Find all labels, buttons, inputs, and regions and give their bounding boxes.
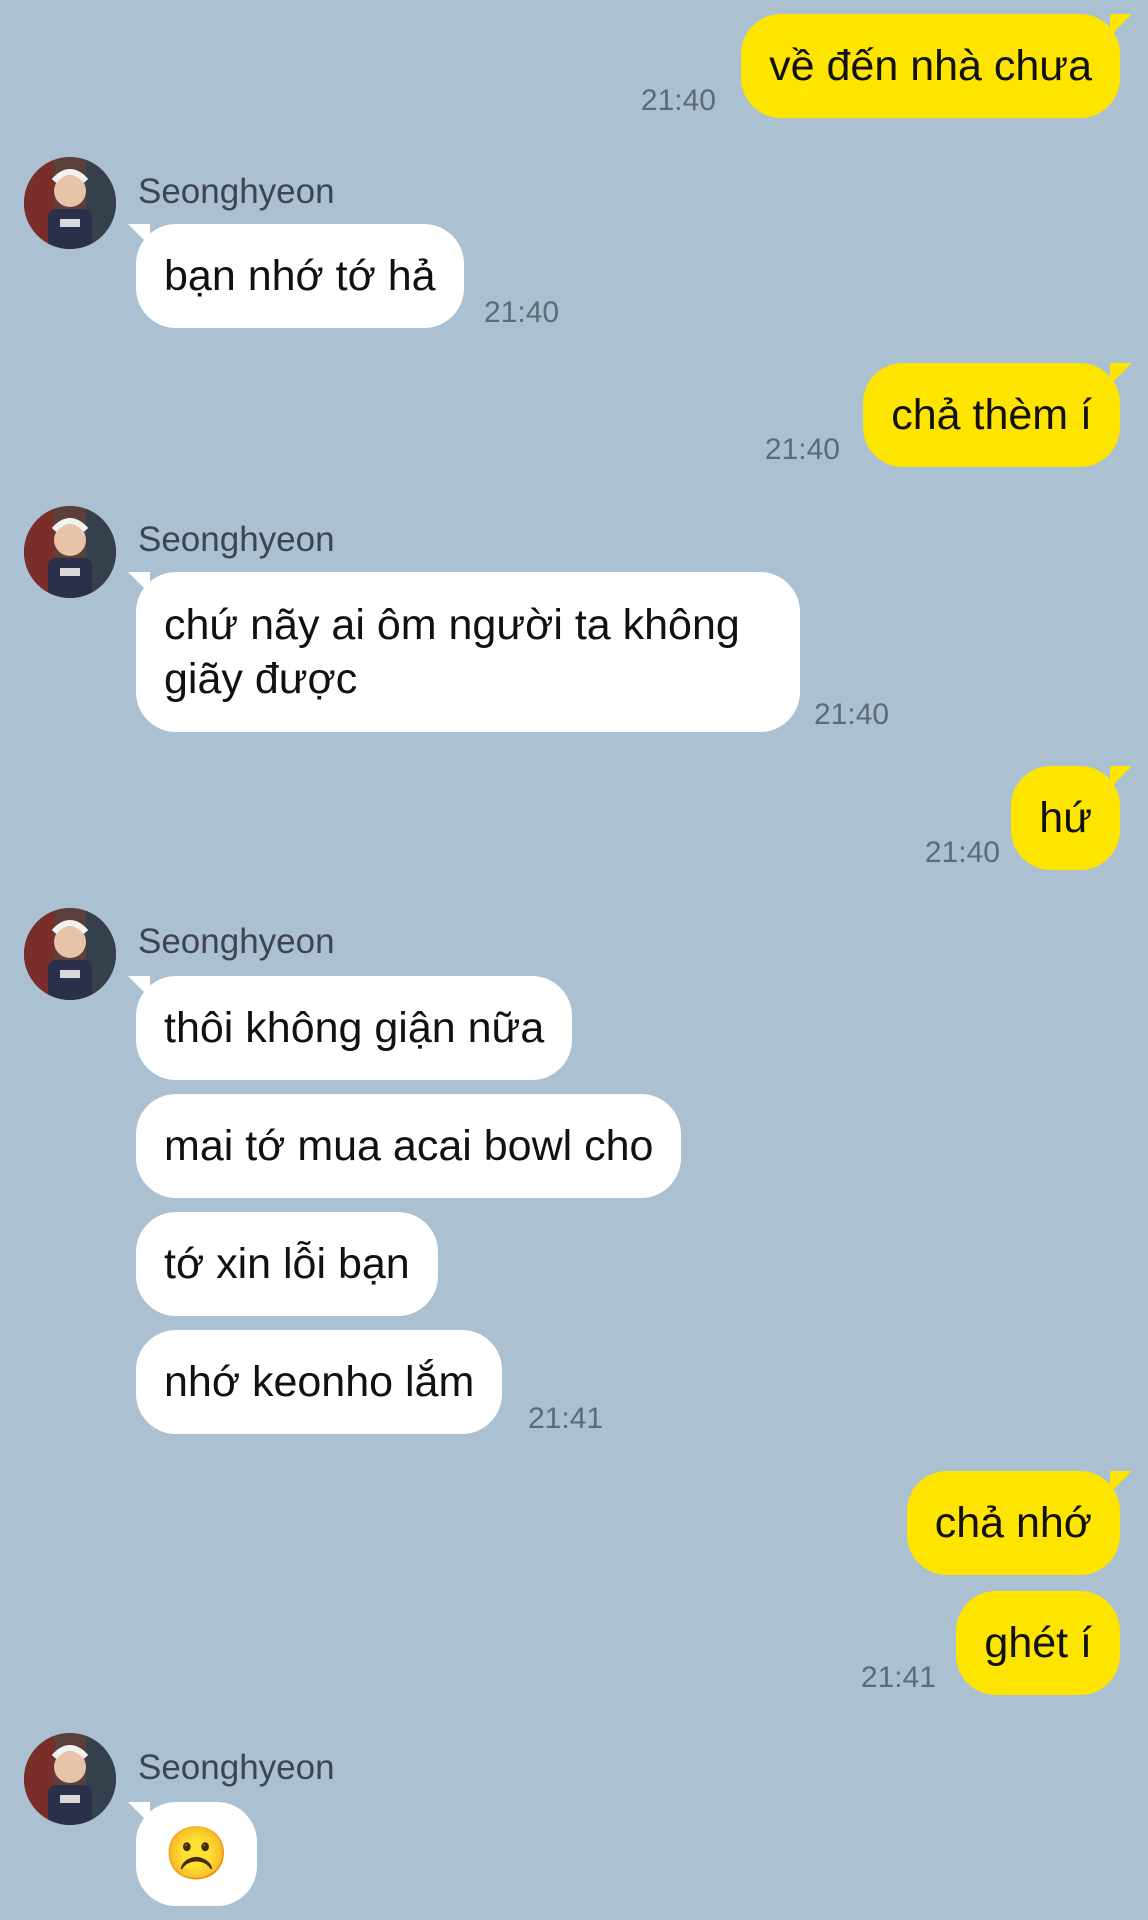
message-time: 21:40	[484, 296, 560, 329]
message-bubble-sent[interactable]: chả thèm í	[863, 363, 1120, 467]
message-bubble-received[interactable]: chứ nãy ai ôm người ta không giãy được	[136, 572, 800, 732]
contact-name: Seonghyeon	[138, 172, 335, 211]
message-bubble-sent[interactable]: về đến nhà chưa	[741, 14, 1120, 118]
chat-area[interactable]: về đến nhà chưa 21:40 Seonghyeon bạn nhớ…	[0, 0, 1148, 1920]
contact-avatar[interactable]	[24, 908, 116, 1000]
contact-avatar[interactable]	[24, 506, 116, 598]
message-bubble-received[interactable]: thôi không giận nữa	[136, 976, 573, 1080]
message-bubble-received[interactable]: mai tớ mua acai bowl cho	[136, 1094, 682, 1198]
message-bubble-received[interactable]: nhớ keonho lắm	[136, 1330, 503, 1434]
avatar-image	[24, 157, 116, 249]
message-bubble-received[interactable]: tớ xin lỗi bạn	[136, 1212, 438, 1316]
contact-name: Seonghyeon	[138, 922, 335, 961]
avatar-image	[24, 506, 116, 598]
message-bubble-sent[interactable]: ghét í	[956, 1591, 1120, 1695]
avatar-image	[24, 1733, 116, 1825]
message-time: 21:40	[924, 836, 1000, 869]
avatar-image	[24, 908, 116, 1000]
contact-avatar[interactable]	[24, 157, 116, 249]
message-bubble-received[interactable]: ☹️	[136, 1802, 257, 1906]
contact-avatar[interactable]	[24, 1733, 116, 1825]
message-bubble-received[interactable]: bạn nhớ tớ hả	[136, 224, 464, 328]
message-time: 21:40	[814, 698, 890, 731]
message-bubble-sent[interactable]: hứ	[1011, 766, 1120, 870]
message-time: 21:41	[528, 1402, 604, 1435]
message-time: 21:41	[860, 1661, 936, 1694]
message-bubble-sent[interactable]: chả nhớ	[906, 1471, 1120, 1575]
message-time: 21:40	[640, 84, 716, 117]
contact-name: Seonghyeon	[138, 520, 335, 559]
contact-name: Seonghyeon	[138, 1748, 335, 1787]
message-time: 21:40	[764, 433, 840, 466]
